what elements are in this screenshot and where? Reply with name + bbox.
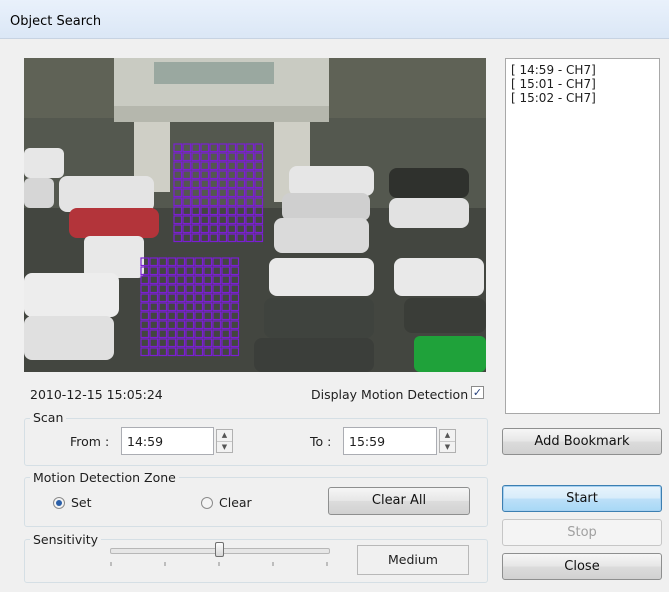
close-button[interactable]: Close: [502, 553, 662, 580]
camera-preview[interactable]: [24, 58, 486, 372]
add-bookmark-button[interactable]: Add Bookmark: [502, 428, 662, 455]
list-item[interactable]: [ 15:02 - CH7]: [511, 91, 654, 105]
list-item[interactable]: [ 15:01 - CH7]: [511, 77, 654, 91]
to-label: To :: [310, 434, 332, 449]
sensitivity-value: Medium: [357, 545, 469, 575]
stop-button[interactable]: Stop: [502, 519, 662, 546]
spin-up-icon[interactable]: ▲: [217, 430, 232, 442]
clear-label[interactable]: Clear: [219, 495, 252, 510]
title-bar: Object Search: [0, 0, 669, 39]
to-time-field[interactable]: 15:59: [343, 427, 437, 455]
clear-radio[interactable]: [201, 497, 213, 509]
sensitivity-title: Sensitivity: [30, 532, 102, 547]
slider-ticks: [110, 562, 328, 566]
from-label: From :: [70, 434, 110, 449]
window-title: Object Search: [10, 14, 102, 29]
start-button[interactable]: Start: [502, 485, 662, 512]
sensitivity-slider-thumb[interactable]: [215, 542, 224, 557]
camera-frame-image: [24, 58, 486, 372]
from-time-field[interactable]: 14:59: [121, 427, 214, 455]
spin-down-icon[interactable]: ▼: [217, 442, 232, 453]
list-item[interactable]: [ 14:59 - CH7]: [511, 63, 654, 77]
set-label[interactable]: Set: [71, 495, 92, 510]
display-motion-label: Display Motion Detection: [311, 387, 469, 402]
spin-down-icon[interactable]: ▼: [440, 442, 455, 453]
video-timestamp: 2010-12-15 15:05:24: [30, 387, 163, 402]
spin-up-icon[interactable]: ▲: [440, 430, 455, 442]
clear-all-button[interactable]: Clear All: [328, 487, 470, 515]
bookmark-list[interactable]: [ 14:59 - CH7] [ 15:01 - CH7] [ 15:02 - …: [505, 58, 660, 414]
scan-title: Scan: [30, 410, 67, 425]
motion-zone-title: Motion Detection Zone: [30, 470, 179, 485]
set-radio[interactable]: [53, 497, 65, 509]
from-time-spinner[interactable]: ▲ ▼: [216, 429, 233, 453]
to-time-spinner[interactable]: ▲ ▼: [439, 429, 456, 453]
display-motion-checkbox[interactable]: ✓: [471, 386, 484, 399]
